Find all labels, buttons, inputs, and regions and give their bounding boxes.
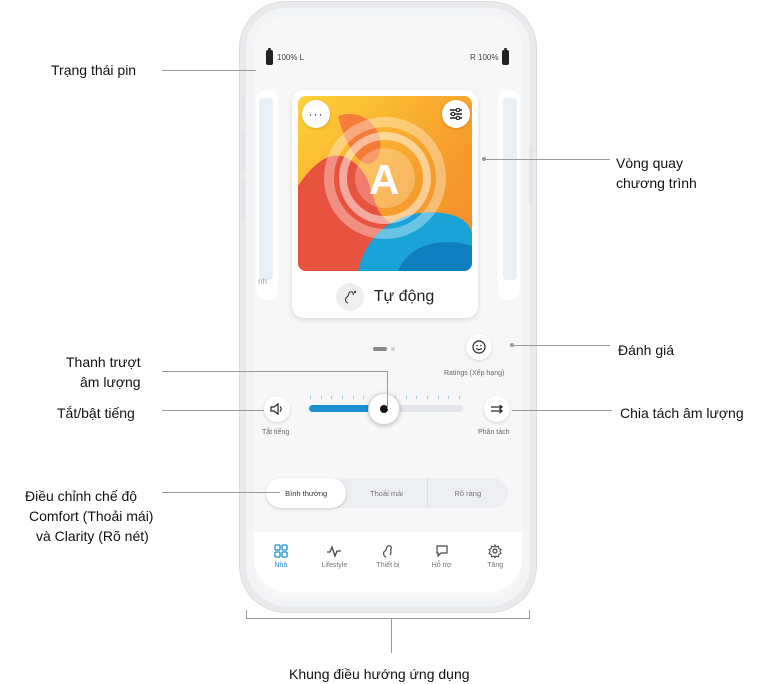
sliders-icon — [450, 108, 462, 120]
callout-mode-2: Comfort (Thoải mái) — [29, 508, 154, 524]
program-card[interactable]: A ··· Tự động — [292, 90, 478, 318]
callout-battery: Trạng thái pin — [51, 62, 137, 78]
callout-nav-frame: Khung điều hướng ứng dụng — [289, 666, 470, 682]
nav-label: Hỗ trợ — [431, 562, 452, 569]
pagination-dot — [391, 347, 395, 351]
phone-power-button — [529, 145, 533, 205]
activity-icon — [327, 545, 342, 558]
battery-left: 100% L — [266, 48, 305, 65]
mute-label: Tắt tiếng — [262, 429, 290, 436]
callout-line — [484, 159, 610, 160]
callout-mute: Tắt/bật tiếng — [57, 405, 135, 421]
phone-side-button — [241, 95, 245, 119]
gear-icon — [488, 544, 502, 558]
volume-split-button[interactable] — [484, 396, 510, 422]
nav-label: Lifestyle — [321, 562, 348, 569]
callout-dot — [510, 343, 514, 347]
callout-line — [391, 619, 392, 653]
split-label: Phân tách — [478, 429, 510, 436]
nav-label: Nhà — [274, 562, 288, 569]
smiley-icon — [472, 340, 486, 354]
nav-lifestyle[interactable]: Lifestyle — [309, 544, 359, 569]
program-name: Tự động — [373, 288, 435, 305]
battery-right-text: R 100% — [470, 53, 499, 62]
hearing-aid-auto-icon — [335, 283, 364, 311]
mute-button[interactable] — [264, 396, 290, 422]
volume-slider-thumb[interactable] — [367, 393, 400, 425]
mode-normal[interactable]: Bình thường — [266, 478, 347, 508]
more-options-button[interactable]: ··· — [302, 100, 330, 128]
nav-frame-bracket — [246, 618, 530, 619]
ghost-label: nh — [258, 277, 267, 286]
nav-devices[interactable]: Thiết bị — [363, 544, 413, 569]
program-footer: Tự động — [292, 276, 478, 318]
program-badge-letter: A — [369, 156, 400, 203]
hearing-aid-icon — [383, 545, 392, 558]
nav-label: Thiết bị — [376, 562, 400, 569]
split-arrows-icon — [491, 404, 503, 414]
program-settings-button[interactable] — [442, 100, 470, 128]
carousel-pagination — [373, 347, 395, 351]
callout-line — [512, 345, 610, 346]
nav-settings[interactable]: Tăng — [470, 544, 520, 569]
callout-mode-1: Điều chỉnh chế độ — [25, 488, 138, 504]
ellipsis-icon: ··· — [308, 107, 324, 121]
callout-line — [162, 410, 264, 411]
battery-icon — [502, 48, 510, 65]
mode-comfort[interactable]: Thoải mái — [346, 478, 428, 508]
callout-dot — [482, 157, 486, 161]
callout-rating: Đánh giá — [618, 342, 675, 358]
pagination-dot-active — [373, 347, 387, 351]
phone-side-button — [241, 180, 245, 220]
mode-segmented-control: Bình thường Thoải mái Rõ ràng — [266, 478, 508, 508]
battery-icon — [266, 48, 273, 65]
nav-label: Tăng — [487, 562, 504, 569]
callout-line — [162, 492, 280, 493]
callout-program-wheel-1: Vòng quay — [616, 155, 683, 171]
battery-left-text: 100% L — [277, 53, 305, 62]
battery-right: R 100% — [470, 48, 510, 65]
nav-support[interactable]: Hỗ trợ — [417, 544, 467, 569]
callout-volume-slider-1: Thanh trượt — [66, 354, 141, 370]
callout-line — [162, 70, 256, 71]
callout-volume-slider-2: âm lượng — [80, 374, 141, 390]
ratings-label: Ratings (Xếp hạng) — [444, 370, 505, 377]
callout-mode-3: và Clarity (Rõ nét) — [36, 528, 149, 544]
callout-line — [162, 371, 388, 372]
nav-frame-bracket — [246, 610, 247, 619]
nav-home[interactable]: Nhà — [256, 544, 306, 569]
mode-clarity[interactable]: Rõ ràng — [428, 478, 508, 508]
app-navigation-bar: Nhà Lifestyle Thiết bị Hỗ trợ Tăng — [254, 532, 522, 592]
nav-frame-bracket — [529, 610, 530, 619]
speaker-icon — [270, 403, 282, 415]
chat-icon — [435, 545, 448, 558]
phone-side-button — [241, 130, 245, 170]
callout-line — [512, 410, 612, 411]
program-card-previous[interactable]: nh — [256, 90, 278, 300]
program-card-next[interactable] — [498, 90, 520, 300]
grid-icon — [274, 544, 288, 558]
ratings-button[interactable] — [466, 334, 492, 360]
callout-line — [387, 371, 388, 409]
callout-split: Chia tách âm lượng — [620, 405, 744, 421]
callout-program-wheel-2: chương trình — [616, 175, 697, 191]
